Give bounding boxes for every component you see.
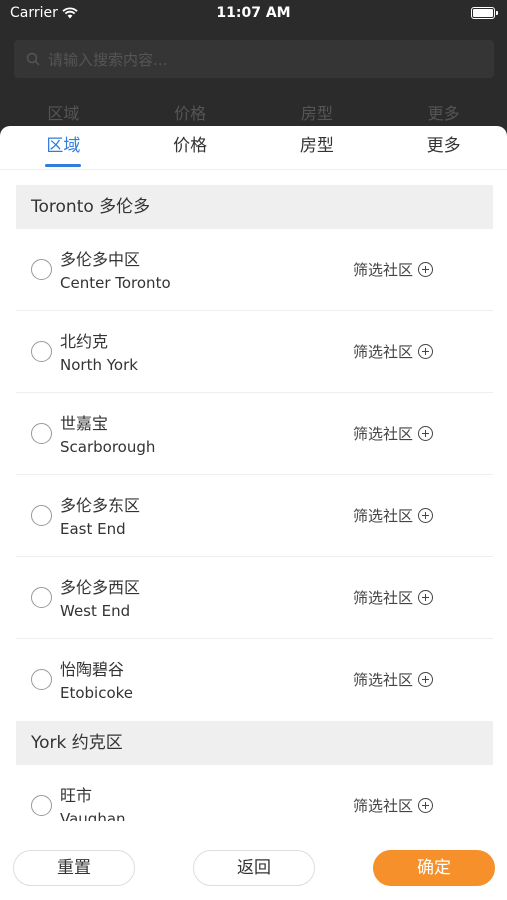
item-name-en: East End — [60, 520, 126, 538]
filter-community-button[interactable]: 筛选社区 — [353, 795, 434, 816]
search-icon — [26, 52, 40, 66]
item-name-zh: 世嘉宝 — [60, 414, 109, 433]
tab-more[interactable]: 更多 — [380, 126, 507, 169]
filter-community-button[interactable]: 筛选社区 — [353, 505, 434, 526]
item-name-en: West End — [60, 602, 131, 620]
list-item[interactable]: 旺市 Vaughan 筛选社区 — [16, 765, 493, 821]
item-name-zh: 北约克 — [60, 332, 109, 351]
radio-button[interactable] — [31, 341, 52, 362]
back-button[interactable]: 返回 — [193, 850, 315, 886]
filter-community-label: 筛选社区 — [353, 507, 414, 525]
reset-button[interactable]: 重置 — [13, 850, 135, 886]
item-name-zh: 多伦多东区 — [60, 496, 141, 515]
plus-circle-icon — [418, 508, 434, 523]
radio-button[interactable] — [31, 669, 52, 690]
item-name-zh: 怡陶碧谷 — [60, 660, 125, 679]
filter-sheet: 区域 价格 房型 更多 Toronto 多伦多 多伦多中区 Center Tor… — [0, 126, 507, 900]
background-filter-more: 更多 — [427, 104, 460, 123]
radio-button[interactable] — [31, 587, 52, 608]
item-name-zh: 多伦多西区 — [60, 578, 141, 597]
status-bar: Carrier 11:07 AM — [0, 0, 507, 28]
filter-community-button[interactable]: 筛选社区 — [353, 341, 434, 362]
action-footer: 重置 返回 确定 — [0, 838, 507, 900]
list-item[interactable]: 多伦多西区 West End 筛选社区 — [16, 557, 493, 639]
list-item[interactable]: 多伦多东区 East End 筛选社区 — [16, 475, 493, 557]
filter-community-label: 筛选社区 — [353, 589, 414, 607]
filter-community-label: 筛选社区 — [353, 425, 414, 443]
list-item[interactable]: 北约克 North York 筛选社区 — [16, 311, 493, 393]
plus-circle-icon — [418, 672, 434, 687]
filter-community-label: 筛选社区 — [353, 261, 414, 279]
battery-icon — [471, 7, 498, 19]
filter-community-button[interactable]: 筛选社区 — [353, 669, 434, 690]
list-item[interactable]: 世嘉宝 Scarborough 筛选社区 — [16, 393, 493, 475]
section-header-york: York 约克区 — [16, 721, 493, 765]
item-name-zh: 多伦多中区 — [60, 250, 141, 269]
filter-community-label: 筛选社区 — [353, 343, 414, 361]
tab-room-type[interactable]: 房型 — [254, 126, 381, 169]
background-search-placeholder: 请输入搜索内容... — [48, 50, 168, 69]
radio-button[interactable] — [31, 795, 52, 816]
radio-button[interactable] — [31, 423, 52, 444]
filter-community-label: 筛选社区 — [353, 797, 414, 815]
list-item[interactable]: 多伦多中区 Center Toronto 筛选社区 — [16, 229, 493, 311]
background-filter-area: 区域 — [47, 104, 80, 123]
item-name-zh: 旺市 — [60, 786, 93, 805]
plus-circle-icon — [418, 262, 434, 277]
background-filter-price: 价格 — [174, 104, 207, 123]
background-filter-bar: 区域 价格 房型 更多 — [0, 100, 507, 126]
section-header-toronto: Toronto 多伦多 — [16, 185, 493, 229]
plus-circle-icon — [418, 344, 434, 359]
background-filter-type: 房型 — [300, 104, 333, 123]
list-item[interactable]: 怡陶碧谷 Etobicoke 筛选社区 — [16, 639, 493, 721]
item-name-en: Center Toronto — [60, 274, 171, 292]
background-search-bar: 请输入搜索内容... — [14, 40, 494, 78]
confirm-button[interactable]: 确定 — [373, 850, 495, 886]
filter-tabs: 区域 价格 房型 更多 — [0, 126, 507, 170]
plus-circle-icon — [418, 426, 434, 441]
radio-button[interactable] — [31, 505, 52, 526]
filter-community-button[interactable]: 筛选社区 — [353, 587, 434, 608]
item-name-en: Scarborough — [60, 438, 156, 456]
clock: 11:07 AM — [216, 5, 291, 21]
tab-area[interactable]: 区域 — [0, 126, 127, 169]
plus-circle-icon — [418, 798, 434, 813]
item-name-en: North York — [60, 356, 138, 374]
tab-price[interactable]: 价格 — [127, 126, 254, 169]
plus-circle-icon — [418, 590, 434, 605]
item-name-en: Vaughan — [60, 810, 126, 821]
region-list[interactable]: Toronto 多伦多 多伦多中区 Center Toronto 筛选社区 北约… — [16, 185, 493, 821]
radio-button[interactable] — [31, 259, 52, 280]
item-name-en: Etobicoke — [60, 684, 134, 702]
filter-community-button[interactable]: 筛选社区 — [353, 423, 434, 444]
filter-community-button[interactable]: 筛选社区 — [353, 259, 434, 280]
filter-community-label: 筛选社区 — [353, 671, 414, 689]
